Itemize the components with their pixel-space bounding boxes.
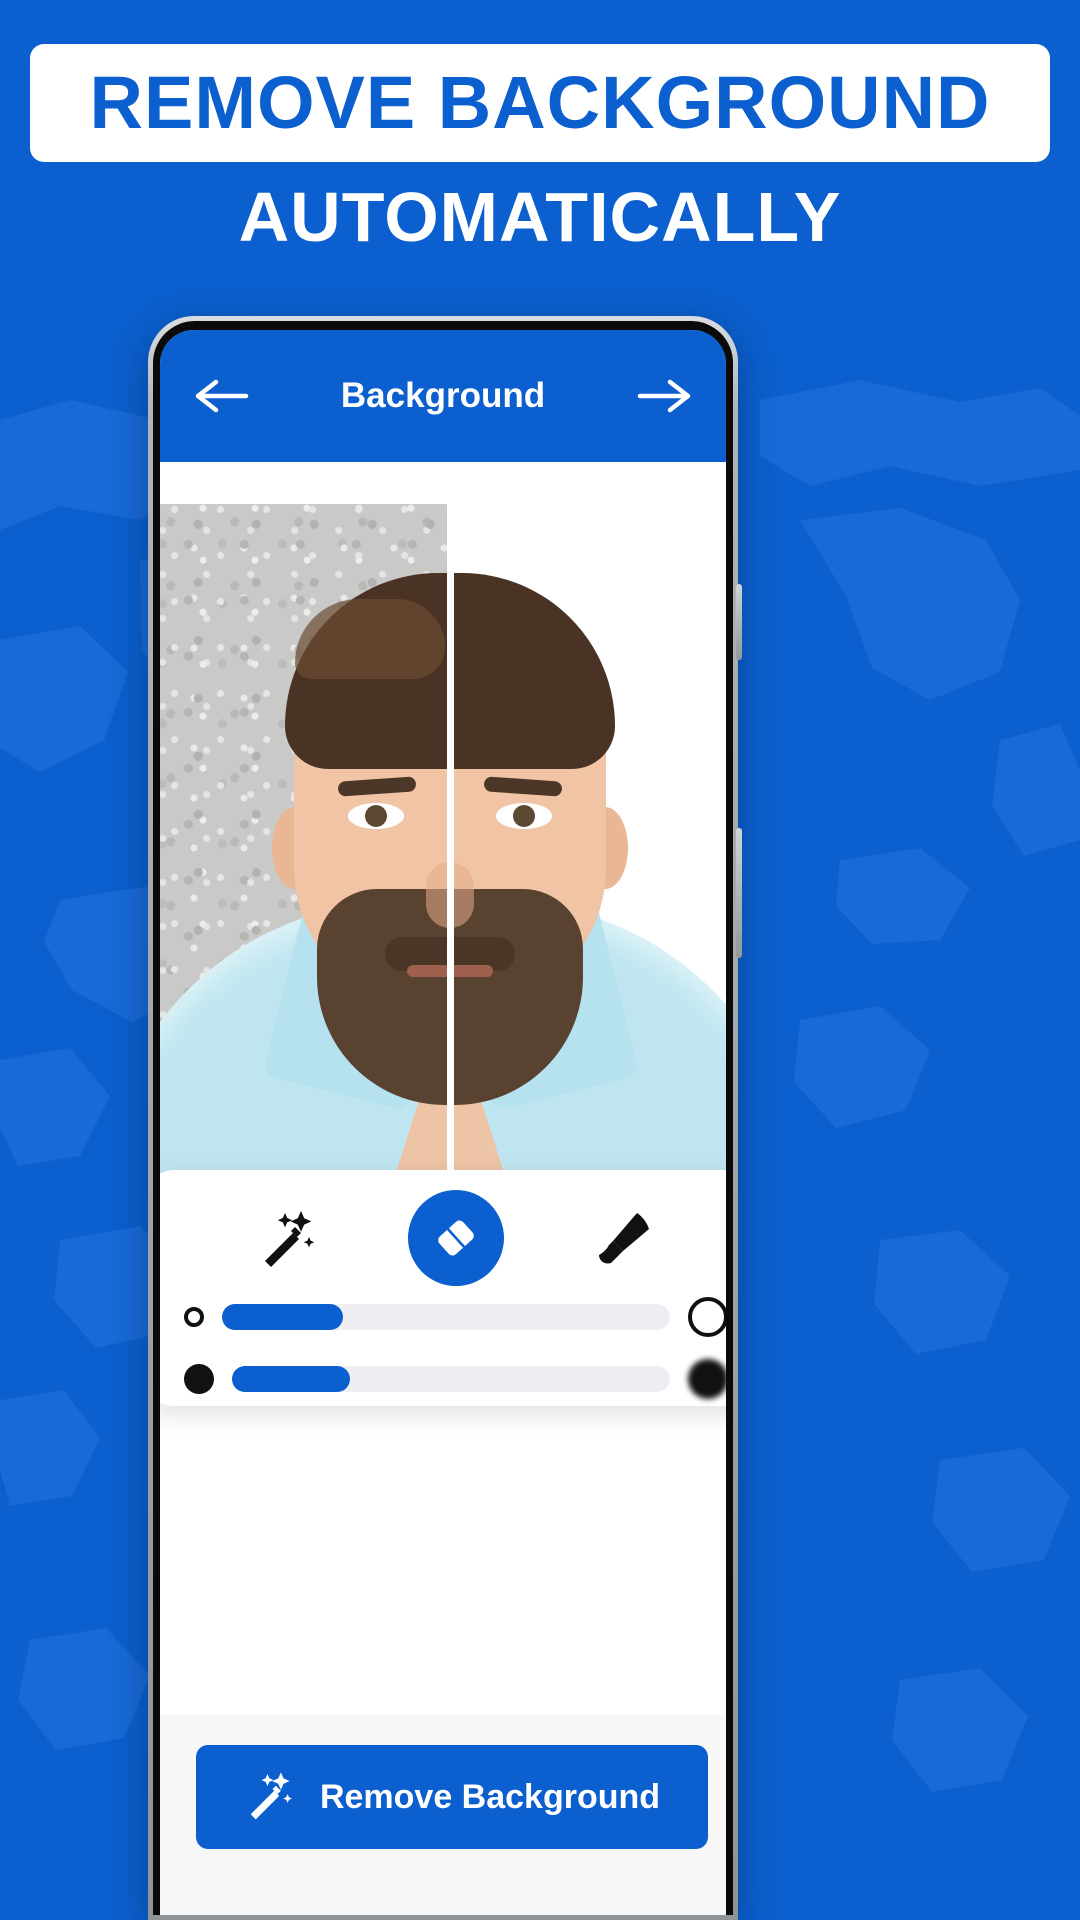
tool-row — [160, 1190, 726, 1286]
subheadline-text: AUTOMATICALLY — [238, 178, 842, 256]
app-bar-title: Background — [340, 376, 546, 415]
arrow-right-icon[interactable] — [636, 376, 692, 416]
magic-wand-icon — [257, 1207, 319, 1269]
tool-panel — [160, 1170, 726, 1406]
remove-background-label: Remove Background — [319, 1777, 661, 1816]
phone-screen: Background Remove Background — [160, 330, 726, 1915]
large-blurred-dot-icon — [688, 1359, 726, 1399]
headline-card: REMOVE BACKGROUND — [30, 44, 1050, 162]
brush-hardness-slider[interactable] — [160, 1286, 726, 1348]
phone-power-button — [736, 828, 742, 958]
slider-track[interactable] — [232, 1366, 670, 1392]
slider-fill — [232, 1366, 351, 1392]
brush-size-slider[interactable] — [160, 1348, 726, 1410]
before-after-divider — [447, 504, 454, 1192]
magic-wand-tool[interactable] — [240, 1190, 336, 1286]
slider-fill — [222, 1304, 343, 1330]
phone-mockup: Background Remove Background — [148, 316, 742, 1920]
remove-background-button[interactable]: Remove Background — [196, 1745, 708, 1849]
phone-bezel: Background Remove Background — [153, 321, 733, 1915]
eraser-tool[interactable] — [408, 1190, 504, 1286]
cta-bar: Remove Background — [160, 1715, 726, 1915]
slider-track[interactable] — [222, 1304, 670, 1330]
person-portrait — [160, 504, 726, 1192]
small-solid-dot-icon — [184, 1364, 214, 1394]
arrow-left-icon[interactable] — [194, 376, 250, 416]
large-hollow-circle-icon — [688, 1297, 726, 1337]
small-hollow-circle-icon — [184, 1307, 204, 1327]
magic-wand-icon — [244, 1769, 296, 1826]
app-bar: Background — [160, 330, 726, 462]
brush-tool[interactable] — [576, 1190, 672, 1286]
eraser-icon — [428, 1210, 484, 1266]
editor-canvas: Remove Background — [160, 462, 726, 1915]
poster-stage: REMOVE BACKGROUND AUTOMATICALLY Backgrou… — [0, 0, 1080, 1920]
headline-text: REMOVE BACKGROUND — [89, 61, 991, 144]
brush-icon — [593, 1207, 655, 1269]
phone-volume-button — [736, 584, 742, 660]
before-after-photo — [160, 504, 726, 1192]
